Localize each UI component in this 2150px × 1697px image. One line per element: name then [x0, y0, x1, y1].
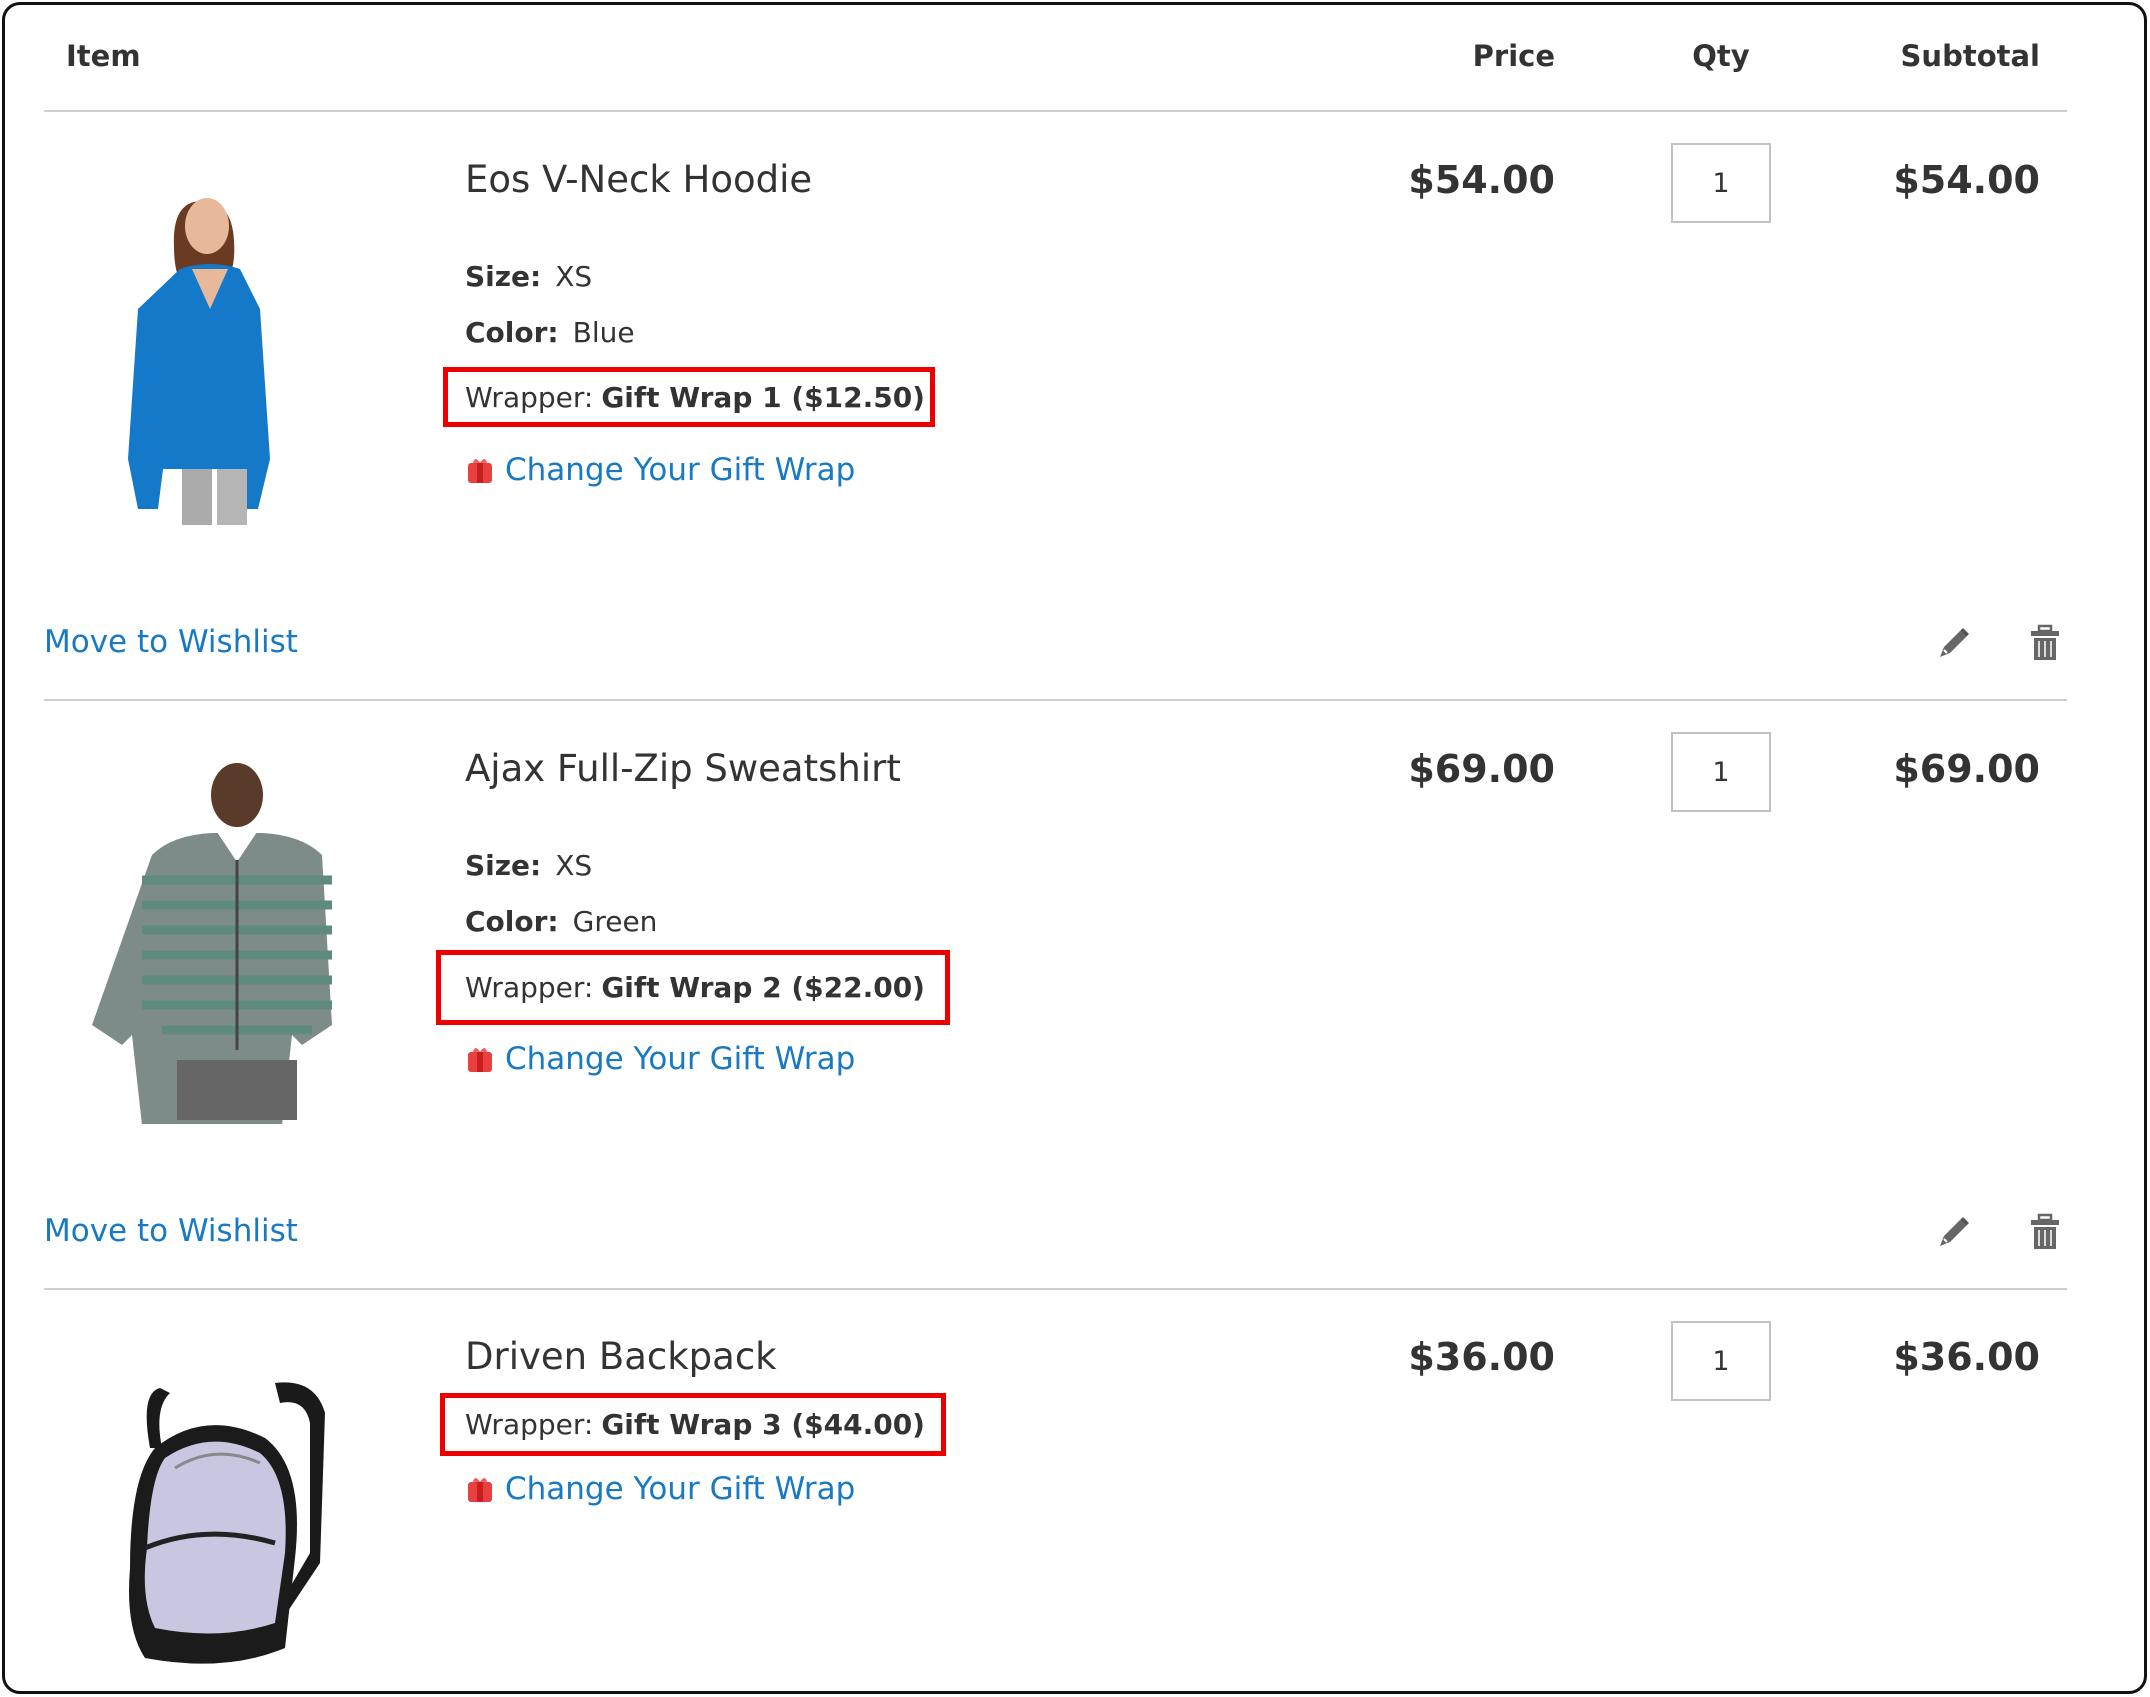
wrapper-label: Wrapper:: [465, 380, 594, 414]
option-color: Color: Green: [465, 902, 657, 942]
option-label: Color:: [465, 905, 559, 938]
option-size: Size: XS: [465, 257, 592, 297]
column-item: Item: [66, 39, 141, 73]
link-text: Change Your Gift Wrap: [505, 1471, 856, 1507]
option-color: Color: Blue: [465, 313, 635, 353]
link-text: Change Your Gift Wrap: [505, 1041, 856, 1077]
trash-icon[interactable]: [2025, 623, 2065, 663]
wrapper-label: Wrapper:: [465, 971, 594, 1004]
change-gift-wrap-link[interactable]: Change Your Gift Wrap: [465, 1469, 855, 1509]
divider: [44, 699, 2067, 701]
option-label: Size:: [465, 849, 542, 882]
option-value: Blue: [572, 316, 635, 349]
product-name[interactable]: Ajax Full-Zip Sweatshirt: [465, 745, 901, 793]
change-gift-wrap-link[interactable]: Change Your Gift Wrap: [465, 450, 855, 490]
gift-icon: [468, 1478, 492, 1502]
item-subtotal: $54.00: [1893, 158, 2040, 202]
wrapper-highlight: Wrapper: Gift Wrap 3 ($44.00): [440, 1393, 946, 1456]
qty-input[interactable]: [1671, 143, 1771, 223]
wrapper-value: Gift Wrap 2 ($22.00): [601, 971, 925, 1004]
gift-icon: [468, 1048, 492, 1072]
product-image[interactable]: [82, 151, 372, 535]
product-image[interactable]: [82, 740, 372, 1124]
option-label: Color:: [465, 316, 559, 349]
column-subtotal: Subtotal: [1900, 39, 2040, 73]
item-price: $54.00: [1408, 158, 1555, 202]
item-price: $69.00: [1408, 747, 1555, 791]
column-qty: Qty: [1692, 39, 1750, 73]
pencil-icon[interactable]: [1932, 1212, 1972, 1252]
gift-icon: [468, 459, 492, 483]
product-image[interactable]: [115, 1378, 345, 1668]
item-price: $36.00: [1408, 1335, 1555, 1379]
trash-icon[interactable]: [2025, 1212, 2065, 1252]
divider: [44, 1288, 2067, 1290]
qty-input[interactable]: [1671, 1321, 1771, 1401]
link-text: Change Your Gift Wrap: [505, 452, 856, 488]
option-label: Size:: [465, 260, 542, 293]
move-to-wishlist-link[interactable]: Move to Wishlist: [44, 1211, 298, 1251]
qty-input[interactable]: [1671, 732, 1771, 812]
option-value: Green: [572, 905, 658, 938]
item-subtotal: $69.00: [1893, 747, 2040, 791]
product-name[interactable]: Eos V-Neck Hoodie: [465, 156, 812, 204]
option-value: XS: [555, 849, 593, 882]
divider: [44, 110, 2067, 112]
option-size: Size: XS: [465, 846, 592, 886]
change-gift-wrap-link[interactable]: Change Your Gift Wrap: [465, 1039, 855, 1079]
wrapper-highlight: Wrapper: Gift Wrap 1 ($12.50): [443, 367, 935, 427]
item-subtotal: $36.00: [1893, 1335, 2040, 1379]
wrapper-value: Gift Wrap 1 ($12.50): [601, 380, 925, 414]
column-price: Price: [1472, 39, 1555, 73]
wrapper-highlight: Wrapper: Gift Wrap 2 ($22.00): [436, 950, 950, 1025]
wrapper-value: Gift Wrap 3 ($44.00): [601, 1408, 925, 1441]
product-name[interactable]: Driven Backpack: [465, 1333, 777, 1381]
wrapper-label: Wrapper:: [465, 1408, 594, 1441]
option-value: XS: [555, 260, 593, 293]
move-to-wishlist-link[interactable]: Move to Wishlist: [44, 622, 298, 662]
pencil-icon[interactable]: [1932, 623, 1972, 663]
